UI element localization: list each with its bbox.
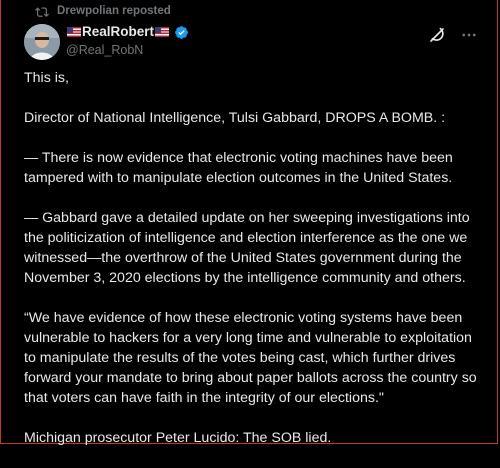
display-name-text: RealRobert [82,24,155,39]
us-flag-icon [67,27,81,37]
repost-indicator[interactable]: Drewpolian reposted [35,5,171,17]
repost-text: Drewpolian reposted [57,5,171,17]
post-actions-top [428,26,478,44]
grok-icon[interactable] [428,26,446,44]
more-icon[interactable] [460,26,478,44]
post-paragraph: — There is now evidence that electronic … [24,150,453,186]
repost-icon [35,7,49,17]
display-name[interactable]: RealRobert [66,24,189,40]
post-paragraph: “We have evidence of how these electroni… [24,310,477,406]
author-handle[interactable]: @Real_RobN [66,43,189,57]
post-body: This is, Director of National Intelligen… [24,62,484,468]
verified-badge-icon [175,25,188,39]
avatar-image [24,24,60,60]
author-block: RealRobert @Real_RobN [66,24,189,57]
us-flag-icon [155,27,170,37]
post-paragraph: Michigan prosecutor Peter Lucido: The SO… [24,430,332,446]
post-paragraph: This is, [24,70,69,86]
post-paragraph: Director of National Intelligence, Tulsi… [24,110,446,126]
post-paragraph: — Gabbard gave a detailed update on her … [24,210,470,286]
avatar[interactable] [24,24,60,60]
